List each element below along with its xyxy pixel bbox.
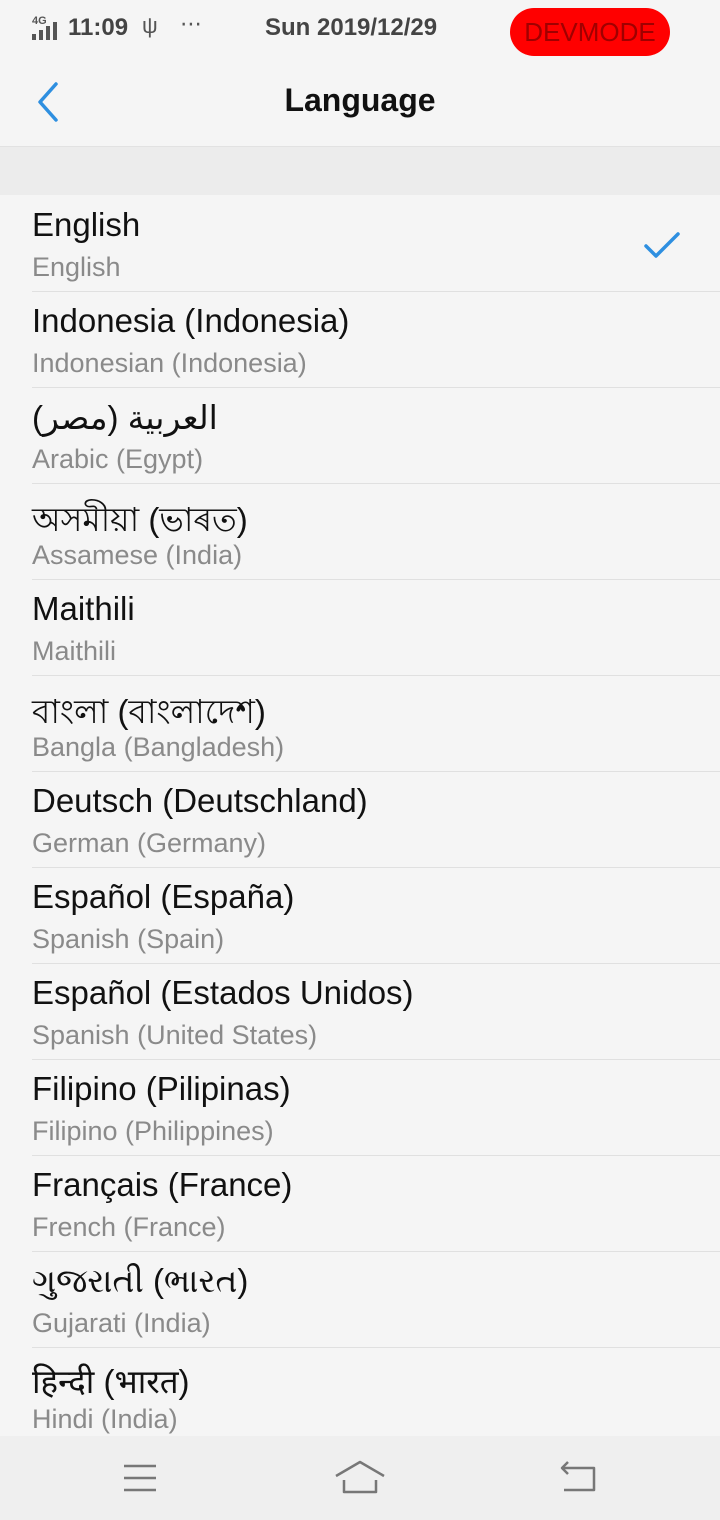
- language-english-name: Indonesian (Indonesia): [32, 348, 307, 378]
- navigation-bar: [0, 1436, 720, 1520]
- language-english-name: Spanish (United States): [32, 1020, 318, 1050]
- language-item-assamese[interactable]: অসমীয়া (ভাৰত) Assamese (India): [32, 484, 720, 580]
- language-english-name: Filipino (Philippines): [32, 1116, 274, 1146]
- language-native-name: Filipino (Pilipinas): [32, 1070, 291, 1107]
- language-item-german[interactable]: Deutsch (Deutschland) German (Germany): [32, 772, 720, 868]
- home-icon[interactable]: [330, 1456, 390, 1500]
- language-item-bangla[interactable]: বাংলা (বাংলাদেশ) Bangla (Bangladesh): [32, 676, 720, 772]
- language-item-filipino[interactable]: Filipino (Pilipinas) Filipino (Philippin…: [32, 1060, 720, 1156]
- section-divider: [0, 147, 720, 195]
- language-english-name: French (France): [32, 1212, 226, 1242]
- language-item-arabic[interactable]: العربية (مصر) Arabic (Egypt): [32, 388, 720, 484]
- language-item-spanish-us[interactable]: Español (Estados Unidos) Spanish (United…: [32, 964, 720, 1060]
- language-english-name: Spanish (Spain): [32, 924, 225, 954]
- language-native-name: Maithili: [32, 590, 135, 627]
- checkmark-icon: [644, 232, 680, 258]
- language-native-name: Français (France): [32, 1166, 293, 1203]
- language-native-name: Español (Estados Unidos): [32, 974, 414, 1011]
- language-item-indonesian[interactable]: Indonesia (Indonesia) Indonesian (Indone…: [32, 292, 720, 388]
- more-notifications-icon: ⋯: [180, 11, 203, 36]
- language-english-name: German (Germany): [32, 828, 267, 858]
- status-time: 11:09: [68, 14, 129, 41]
- signal-4g-icon: 4G: [32, 15, 57, 40]
- status-bar: 4G 11:09 ψ ⋯ Sun 2019/12/29 DEVMODE: [0, 0, 720, 58]
- back-icon[interactable]: [550, 1456, 610, 1500]
- language-english-name: Gujarati (India): [32, 1308, 211, 1338]
- language-item-french[interactable]: Français (France) French (France): [32, 1156, 720, 1252]
- language-native-name: Español (España): [32, 878, 295, 915]
- language-native-name: English: [32, 206, 141, 243]
- usb-icon: ψ: [142, 13, 158, 38]
- language-native-name: Indonesia (Indonesia): [32, 302, 350, 339]
- title-bar: Language: [0, 58, 720, 147]
- language-native-name: ગુજરાતી (ભારત): [32, 1262, 249, 1299]
- language-item-hindi[interactable]: हिन्दी (भारत) Hindi (India): [32, 1348, 720, 1444]
- language-english-name: Arabic (Egypt): [32, 444, 204, 474]
- language-item-maithili[interactable]: Maithili Maithili: [32, 580, 720, 676]
- language-english-name: Assamese (India): [32, 540, 243, 570]
- devmode-badge: DEVMODE: [510, 8, 670, 56]
- language-item-english[interactable]: English English: [32, 196, 720, 292]
- language-english-name: Bangla (Bangladesh): [32, 732, 285, 762]
- page-title: Language: [284, 82, 436, 118]
- language-item-gujarati[interactable]: ગુજરાતી (ભારત) Gujarati (India): [32, 1252, 720, 1348]
- language-item-spanish-spain[interactable]: Español (España) Spanish (Spain): [32, 868, 720, 964]
- language-list: English English Indonesia (Indonesia) In…: [0, 196, 720, 1444]
- language-english-name: Maithili: [32, 636, 117, 666]
- language-native-name: हिन्दी (भारत): [32, 1363, 190, 1400]
- status-date: Sun 2019/12/29: [265, 14, 438, 41]
- menu-icon[interactable]: [110, 1456, 170, 1500]
- language-native-name: Deutsch (Deutschland): [32, 782, 368, 819]
- language-native-name: العربية (مصر): [32, 399, 218, 436]
- language-english-name: Hindi (India): [32, 1404, 178, 1434]
- svg-text:4G: 4G: [32, 15, 47, 27]
- language-english-name: English: [32, 252, 121, 282]
